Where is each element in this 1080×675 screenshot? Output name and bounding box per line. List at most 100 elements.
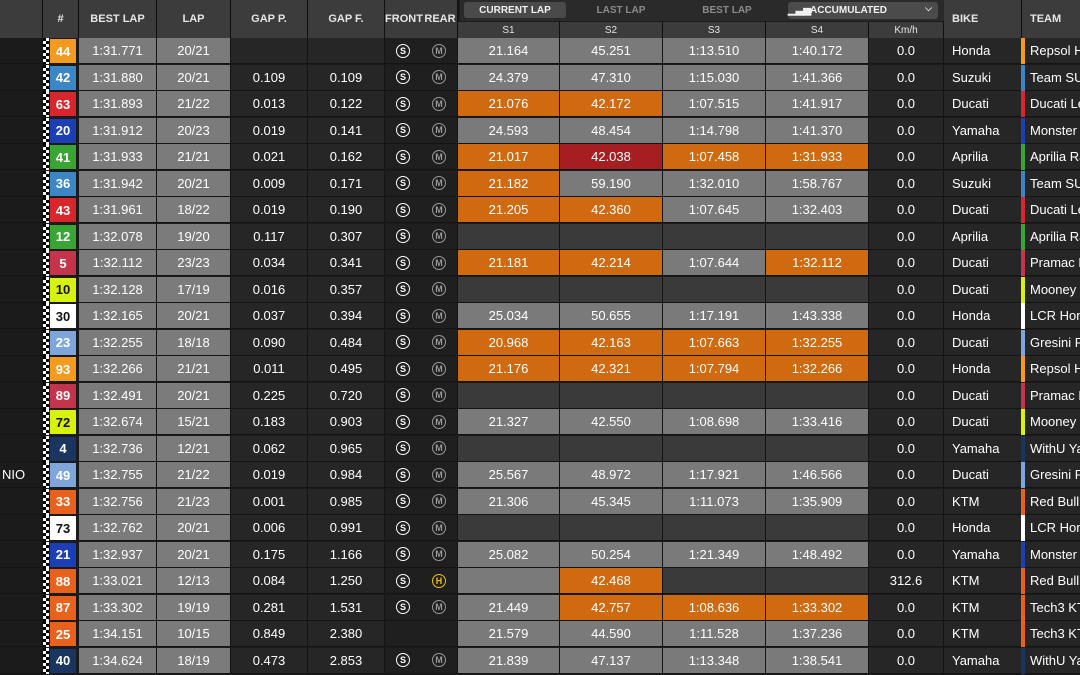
rear-tyre-cell: M bbox=[421, 144, 458, 170]
table-row[interactable]: 4 1:32.736 12/21 0.062 0.965 S M 0.0 Yamaha WithU… bbox=[0, 435, 1080, 462]
gap-p-cell: 0.016 bbox=[231, 276, 308, 303]
table-row[interactable]: 23 1:32.255 18/18 0.090 0.484 S M 20.968 42.163 1… bbox=[0, 329, 1080, 356]
rear-tyre-icon: M bbox=[432, 308, 446, 323]
bike-cell: Aprilia bbox=[944, 144, 1022, 170]
table-row[interactable]: 12 1:32.078 19/20 0.117 0.307 S M 0.0 Aprilia Apr… bbox=[0, 223, 1080, 250]
front-tyre-icon: S bbox=[396, 149, 410, 164]
bar-chart-icon: ▁▃▅ bbox=[788, 5, 812, 16]
rear-tyre-icon: M bbox=[432, 202, 446, 217]
front-tyre-icon: S bbox=[396, 494, 410, 508]
sector-s1-cell bbox=[458, 276, 560, 303]
sector-s1-cell: 21.205 bbox=[458, 197, 560, 223]
team-cell: Mooney bbox=[1025, 409, 1080, 435]
checkered-flag-icon bbox=[43, 91, 49, 117]
sector-s2-cell: 42.163 bbox=[560, 329, 663, 356]
header-s4: S4 bbox=[766, 22, 869, 38]
rider-name bbox=[0, 435, 43, 462]
best-lap-cell: 1:34.624 bbox=[79, 647, 157, 674]
sector-s2-cell: 47.137 bbox=[560, 647, 663, 674]
rider-number-badge: 23 bbox=[50, 330, 76, 355]
sector-s4-cell: 1:31.933 bbox=[766, 144, 869, 170]
tab-best-lap[interactable]: BEST LAP bbox=[676, 2, 778, 18]
table-row[interactable]: 42 1:31.880 20/21 0.109 0.109 S M 24.379 47.310 1… bbox=[0, 64, 1080, 91]
bike-cell: Ducati bbox=[944, 462, 1022, 488]
front-tyre-icon: S bbox=[396, 388, 410, 402]
header-bike[interactable]: BIKE bbox=[944, 0, 1022, 38]
front-tyre-icon: S bbox=[396, 43, 410, 58]
sector-s1-cell bbox=[458, 223, 560, 250]
team-cell: WithU Ya bbox=[1025, 647, 1080, 674]
header-gap-f[interactable]: GAP F. bbox=[308, 0, 385, 38]
table-row[interactable]: 72 1:32.674 15/21 0.183 0.903 S M 21.327 42.550 1… bbox=[0, 409, 1080, 435]
table-row[interactable]: 93 1:32.266 21/21 0.011 0.495 S M 21.176 42.321 1… bbox=[0, 356, 1080, 382]
header-number: # bbox=[43, 0, 79, 38]
speed-cell: 0.0 bbox=[869, 144, 944, 170]
checkered-flag-icon bbox=[43, 117, 49, 144]
team-cell: Repsol H bbox=[1025, 38, 1080, 64]
table-row[interactable]: 20 1:31.912 20/23 0.019 0.141 S M 24.593 48.454 1… bbox=[0, 117, 1080, 144]
bike-cell: Honda bbox=[944, 515, 1022, 541]
table-row[interactable]: 43 1:31.961 18/22 0.019 0.190 S M 21.205 42.360 1… bbox=[0, 197, 1080, 223]
table-row[interactable]: 40 1:34.624 18/19 0.473 2.853 S M 21.839 47.137 1… bbox=[0, 647, 1080, 674]
gap-p-cell bbox=[231, 38, 308, 64]
rider-number-badge: 72 bbox=[50, 410, 76, 434]
lap-view-tabs: CURRENT LAP LAST LAP BEST LAP ▁▃▅ ACCUMU… bbox=[460, 0, 944, 21]
table-row[interactable]: 73 1:32.762 20/21 0.006 0.991 S M 0.0 Honda LCR H… bbox=[0, 515, 1080, 541]
sector-s2-cell: 48.972 bbox=[560, 462, 663, 488]
best-lap-cell: 1:33.302 bbox=[79, 594, 157, 621]
table-row[interactable]: 36 1:31.942 20/21 0.009 0.171 S M 21.182 59.190 1… bbox=[0, 170, 1080, 197]
header-s3: S3 bbox=[663, 22, 766, 38]
gap-f-cell: 0.357 bbox=[308, 276, 385, 303]
table-row[interactable]: 21 1:32.937 20/21 0.175 1.166 S M 25.082 50.254 1… bbox=[0, 541, 1080, 568]
team-cell: Monster bbox=[1025, 541, 1080, 568]
table-row[interactable]: NIO 49 1:32.755 21/22 0.019 0.984 S M 25.567 48.9… bbox=[0, 462, 1080, 488]
header-lap[interactable]: LAP bbox=[157, 0, 231, 38]
front-tyre-cell: S bbox=[385, 303, 421, 329]
rear-tyre-icon: M bbox=[432, 43, 446, 58]
lap-cell: 21/23 bbox=[157, 488, 231, 515]
tab-last-lap[interactable]: LAST LAP bbox=[570, 2, 672, 18]
sector-s2-cell: 47.310 bbox=[560, 64, 663, 91]
header-best-lap[interactable]: BEST LAP bbox=[79, 0, 157, 38]
checkered-flag-icon bbox=[43, 64, 49, 91]
rear-tyre-icon: M bbox=[432, 149, 446, 164]
tab-current-lap[interactable]: CURRENT LAP bbox=[464, 2, 566, 18]
table-row[interactable]: 33 1:32.756 21/23 0.001 0.985 S M 21.306 45.345 1… bbox=[0, 488, 1080, 515]
gap-p-cell: 0.473 bbox=[231, 647, 308, 674]
sector-s2-cell: 42.550 bbox=[560, 409, 663, 435]
table-row[interactable]: 5 1:32.112 23/23 0.034 0.341 S M 21.181 42.214 1:… bbox=[0, 250, 1080, 276]
front-tyre-cell: S bbox=[385, 117, 421, 144]
speed-cell: 0.0 bbox=[869, 621, 944, 647]
team-cell: Gresini R bbox=[1025, 462, 1080, 488]
speed-cell: 0.0 bbox=[869, 409, 944, 435]
rider-number-badge: 42 bbox=[50, 65, 76, 90]
header-speed: Km/h bbox=[869, 22, 944, 38]
header-team[interactable]: TEAM bbox=[1022, 0, 1080, 38]
table-row[interactable]: 10 1:32.128 17/19 0.016 0.357 S M 0.0 Ducati Moon… bbox=[0, 276, 1080, 303]
speed-cell: 0.0 bbox=[869, 329, 944, 356]
table-row[interactable]: 87 1:33.302 19/19 0.281 1.531 S M 21.449 42.757 1… bbox=[0, 594, 1080, 621]
sector-s3-cell: 1:07.794 bbox=[663, 356, 766, 382]
rider-number-badge: 20 bbox=[50, 118, 76, 143]
accumulated-dropdown[interactable]: ▁▃▅ ACCUMULATED ⌵ bbox=[788, 2, 938, 19]
table-row[interactable]: 89 1:32.491 20/21 0.225 0.720 S M 0.0 Ducati Pram… bbox=[0, 382, 1080, 409]
rear-tyre-icon: M bbox=[432, 467, 446, 482]
header-gap-p[interactable]: GAP P. bbox=[231, 0, 308, 38]
table-row[interactable]: 44 1:31.771 20/21 S M 21.164 45.251 1:13.510 1:4… bbox=[0, 38, 1080, 64]
sector-s4-cell: 1:41.917 bbox=[766, 91, 869, 117]
table-row[interactable]: 41 1:31.933 21/21 0.021 0.162 S M 21.017 42.038 1… bbox=[0, 144, 1080, 170]
speed-cell: 0.0 bbox=[869, 515, 944, 541]
checkered-flag-icon bbox=[43, 568, 49, 594]
table-row[interactable]: 25 1:34.151 10/15 0.849 2.380 21.579 44.590 1:1… bbox=[0, 621, 1080, 647]
gap-f-cell bbox=[308, 38, 385, 64]
table-row[interactable]: 63 1:31.893 21/22 0.013 0.122 S M 21.076 42.172 1… bbox=[0, 91, 1080, 117]
speed-cell: 0.0 bbox=[869, 117, 944, 144]
lap-cell: 23/23 bbox=[157, 250, 231, 276]
table-row[interactable]: 30 1:32.165 20/21 0.037 0.394 S M 25.034 50.655 1… bbox=[0, 303, 1080, 329]
speed-cell: 0.0 bbox=[869, 435, 944, 462]
rear-tyre-cell: M bbox=[421, 488, 458, 515]
team-cell: Ducati Le bbox=[1025, 91, 1080, 117]
table-row[interactable]: 88 1:33.021 12/13 0.084 1.250 S H 42.468 312.6 KT… bbox=[0, 568, 1080, 594]
rear-tyre-icon: M bbox=[432, 70, 446, 84]
team-cell: Pramac R bbox=[1025, 382, 1080, 409]
